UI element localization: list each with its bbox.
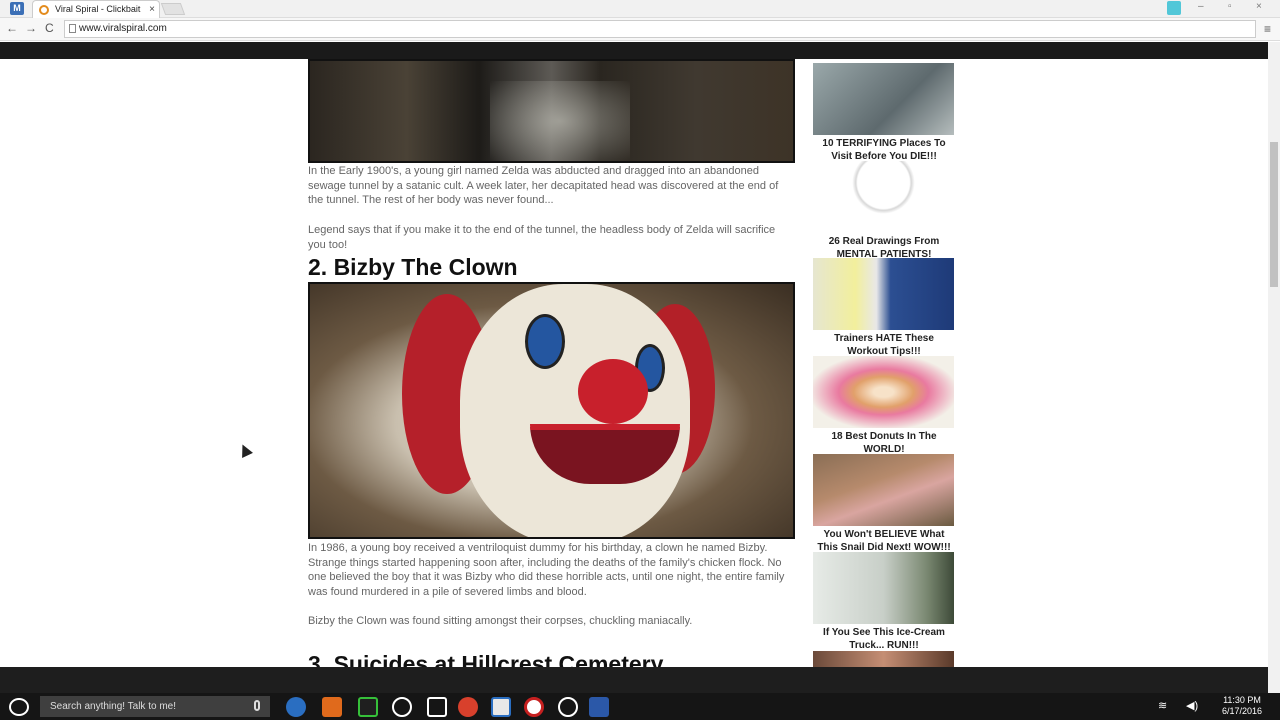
close-window-button[interactable]: ×: [1256, 1, 1262, 12]
forward-button[interactable]: →: [25, 21, 37, 35]
sidebar-caption: Trainers HATE These Workout Tips!!!: [834, 333, 934, 357]
sidebar-caption: 18 Best Donuts In The WORLD!: [831, 431, 937, 455]
address-input[interactable]: www.viralspiral.com: [64, 20, 1256, 38]
tab-title: Viral Spiral - Clickbait: [55, 4, 141, 14]
sidebar-thumbnail: [813, 63, 954, 135]
clock-time: 11:30 PM: [1223, 695, 1261, 705]
tab-viral-spiral[interactable]: Viral Spiral - Clickbait ×: [32, 0, 160, 18]
article-paragraph: In 1986, a young boy received a ventrilo…: [308, 542, 785, 598]
sidebar-link[interactable]: 10 TERRIFYING Places To Visit Before You…: [813, 63, 955, 163]
sidebar-link[interactable]: [813, 651, 955, 667]
dn-app-taskbar-icon[interactable]: [358, 697, 378, 717]
sidebar-link[interactable]: 26 Real Drawings From MENTAL PATIENTS!: [813, 161, 955, 261]
sidebar-link[interactable]: You Won't BELIEVE What This Snail Did Ne…: [813, 454, 955, 554]
sidebar-thumbnail: [813, 552, 954, 624]
browser-taskbar-icon[interactable]: [286, 697, 306, 717]
sidebar-link[interactable]: 18 Best Donuts In The WORLD!: [813, 356, 955, 456]
new-tab-button[interactable]: [160, 3, 186, 15]
favicon-icon: [39, 5, 49, 15]
microphone-icon[interactable]: [254, 700, 260, 711]
media-taskbar-icon[interactable]: [558, 697, 578, 717]
menu-icon[interactable]: ≡: [1264, 22, 1271, 36]
wifi-icon[interactable]: ≋: [1158, 699, 1167, 712]
transit-taskbar-icon[interactable]: [524, 697, 544, 717]
firefox-taskbar-icon[interactable]: [458, 697, 478, 717]
site-header-bar: [0, 42, 1268, 59]
sidebar-link[interactable]: If You See This Ice-Cream Truck... RUN!!…: [813, 552, 955, 652]
scrollbar-thumb[interactable]: [1270, 142, 1278, 287]
sidebar-caption: You Won't BELIEVE What This Snail Did Ne…: [817, 529, 951, 553]
clown-image: [308, 282, 795, 539]
article-paragraph: Legend says that if you make it to the e…: [308, 224, 776, 251]
start-button[interactable]: [9, 698, 29, 716]
url-text: www.viralspiral.com: [79, 23, 167, 34]
sidebar-thumbnail: [813, 651, 954, 667]
tunnel-image: [308, 59, 795, 163]
browser-title-bar: M Viral Spiral - Clickbait × – ▫ ×: [0, 0, 1280, 18]
people-taskbar-icon[interactable]: [322, 697, 342, 717]
reload-button[interactable]: C: [45, 21, 54, 35]
window-taskbar-icon[interactable]: [491, 697, 511, 717]
minimize-button[interactable]: –: [1198, 1, 1204, 12]
shield-taskbar-icon[interactable]: [427, 697, 447, 717]
tab-close-icon[interactable]: ×: [149, 1, 155, 18]
profile-icon[interactable]: [1167, 1, 1181, 15]
article-paragraph: Bizby the Clown was found sitting amongs…: [308, 615, 693, 627]
article-paragraph: In the Early 1900's, a young girl named …: [308, 165, 779, 207]
extension-icon[interactable]: M: [10, 2, 24, 15]
clock[interactable]: 11:30 PM 6/17/2016: [1222, 695, 1262, 717]
sidebar-link[interactable]: Trainers HATE These Workout Tips!!!: [813, 258, 955, 358]
page-content: In the Early 1900's, a young girl named …: [0, 59, 1268, 667]
taskbar-search-input[interactable]: Search anything! Talk to me!: [40, 696, 270, 717]
music-taskbar-icon[interactable]: [392, 697, 412, 717]
scrollbar[interactable]: [1268, 42, 1280, 693]
sidebar-caption: If You See This Ice-Cream Truck... RUN!!…: [823, 627, 945, 651]
section-heading: 3. Suicides at Hillcrest Cemetery: [308, 651, 664, 667]
sidebar-caption: 10 TERRIFYING Places To Visit Before You…: [822, 138, 946, 162]
sidebar-thumbnail: [813, 258, 954, 330]
volume-icon[interactable]: ◀): [1186, 699, 1198, 712]
app-taskbar-icon[interactable]: [589, 697, 609, 717]
sidebar-thumbnail: [813, 356, 954, 428]
maximize-button[interactable]: ▫: [1228, 1, 1232, 12]
status-bar-area: [0, 667, 1268, 693]
back-button[interactable]: ←: [6, 21, 18, 35]
sidebar-thumbnail: [813, 454, 954, 526]
sidebar-thumbnail: [813, 161, 954, 233]
page-icon: [69, 24, 76, 33]
taskbar: Search anything! Talk to me! ≋ ◀) 11:30 …: [0, 693, 1280, 720]
toolbar: ← → C www.viralspiral.com ≡: [0, 18, 1280, 41]
clock-date: 6/17/2016: [1222, 706, 1263, 716]
section-heading: 2. Bizby The Clown: [308, 254, 518, 280]
taskbar-search-placeholder: Search anything! Talk to me!: [50, 701, 176, 712]
